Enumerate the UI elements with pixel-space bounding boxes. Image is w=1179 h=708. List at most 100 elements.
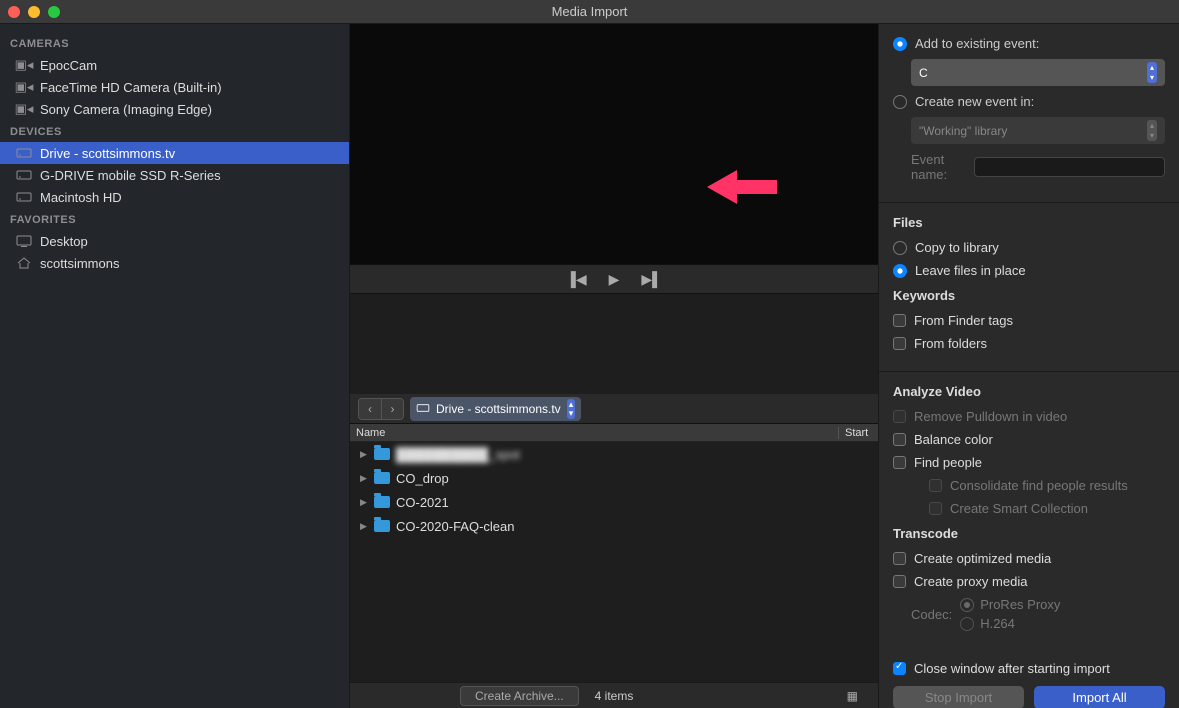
- select-arrows-icon: ▴▾: [1147, 62, 1157, 83]
- balance-color-checkbox[interactable]: [893, 433, 906, 446]
- prores-label: ProRes Proxy: [980, 597, 1060, 612]
- drive-icon: [16, 191, 32, 203]
- create-new-event-radio[interactable]: [893, 95, 907, 109]
- item-count: 4 items: [595, 689, 634, 703]
- file-name: CO-2020-FAQ-clean: [396, 519, 515, 534]
- create-archive-button[interactable]: Create Archive...: [460, 686, 579, 706]
- add-to-existing-radio[interactable]: [893, 37, 907, 51]
- section-header-cameras: CAMERAS: [0, 32, 349, 54]
- popup-arrows-icon: ▴▾: [567, 399, 576, 419]
- column-start[interactable]: Start: [838, 427, 878, 439]
- drive-icon: [16, 169, 32, 181]
- optimized-media-checkbox[interactable]: [893, 552, 906, 565]
- existing-event-select[interactable]: C ▴▾: [911, 59, 1165, 86]
- stop-import-button: Stop Import: [893, 686, 1024, 708]
- sidebar-item-home[interactable]: scottsimmons: [0, 252, 349, 274]
- sidebar-item-label: G-DRIVE mobile SSD R-Series: [40, 168, 221, 183]
- sidebar-item-epoccam[interactable]: ▣◂ EpocCam: [0, 54, 349, 76]
- codec-label: Codec:: [911, 607, 952, 622]
- h264-label: H.264: [980, 616, 1015, 631]
- sidebar-item-label: EpocCam: [40, 58, 97, 73]
- transport-controls: ▐◀ ▶ ▶▌: [350, 264, 878, 294]
- prores-radio: [960, 598, 974, 612]
- find-people-checkbox[interactable]: [893, 456, 906, 469]
- desktop-icon: [16, 235, 32, 247]
- import-all-button[interactable]: Import All: [1034, 686, 1165, 708]
- file-name: ██████████_spot: [396, 447, 520, 462]
- titlebar: Media Import: [0, 0, 1179, 24]
- source-sidebar: CAMERAS ▣◂ EpocCam ▣◂ FaceTime HD Camera…: [0, 24, 350, 708]
- sidebar-item-sony[interactable]: ▣◂ Sony Camera (Imaging Edge): [0, 98, 349, 120]
- optimized-media-label: Create optimized media: [914, 551, 1051, 566]
- sidebar-item-label: Desktop: [40, 234, 88, 249]
- section-header-favorites: FAVORITES: [0, 208, 349, 230]
- file-row[interactable]: ▶ CO-2020-FAQ-clean: [350, 514, 878, 538]
- from-folders-label: From folders: [914, 336, 987, 351]
- copy-to-library-label: Copy to library: [915, 240, 999, 255]
- disclosure-triangle-icon[interactable]: ▶: [360, 449, 368, 460]
- close-window-button[interactable]: [8, 6, 20, 18]
- select-arrows-icon: ▴▾: [1147, 120, 1157, 141]
- sidebar-item-macintosh-hd[interactable]: Macintosh HD: [0, 186, 349, 208]
- file-name: CO_drop: [396, 471, 449, 486]
- column-name[interactable]: Name: [350, 427, 838, 439]
- maximize-window-button[interactable]: [48, 6, 60, 18]
- folder-icon: [374, 496, 390, 508]
- remove-pulldown-label: Remove Pulldown in video: [914, 409, 1067, 424]
- drive-icon: [16, 147, 32, 159]
- create-smart-checkbox: [929, 502, 942, 515]
- file-list: ▶ ██████████_spot ▶ CO_drop ▶ CO-2021 ▶: [350, 442, 878, 682]
- import-options: Add to existing event: C ▴▾ Create new e…: [879, 24, 1179, 708]
- file-list-header[interactable]: Name Start: [350, 424, 878, 442]
- sidebar-item-gdrive[interactable]: G-DRIVE mobile SSD R-Series: [0, 164, 349, 186]
- disclosure-triangle-icon[interactable]: ▶: [360, 521, 368, 532]
- path-popup[interactable]: Drive - scottsimmons.tv ▴▾: [410, 397, 581, 421]
- camera-icon: ▣◂: [16, 103, 32, 115]
- play-button[interactable]: ▶: [609, 271, 620, 288]
- next-button[interactable]: ▶▌: [641, 271, 662, 288]
- folder-icon: [374, 472, 390, 484]
- filmstrip-icon[interactable]: ▦: [847, 689, 858, 703]
- minimize-window-button[interactable]: [28, 6, 40, 18]
- find-people-label: Find people: [914, 455, 982, 470]
- file-row[interactable]: ▶ CO_drop: [350, 466, 878, 490]
- sidebar-item-desktop[interactable]: Desktop: [0, 230, 349, 252]
- files-header: Files: [893, 215, 1165, 230]
- window-title: Media Import: [552, 4, 628, 19]
- keywords-header: Keywords: [893, 288, 1165, 303]
- file-row[interactable]: ▶ CO-2021: [350, 490, 878, 514]
- preview-area: [350, 24, 878, 264]
- camera-icon: ▣◂: [16, 59, 32, 71]
- analyze-video-header: Analyze Video: [893, 384, 1165, 399]
- drive-icon: [416, 402, 430, 416]
- select-value: "Working" library: [919, 124, 1007, 138]
- from-finder-label: From Finder tags: [914, 313, 1013, 328]
- h264-radio: [960, 617, 974, 631]
- folder-icon: [374, 448, 390, 460]
- disclosure-triangle-icon[interactable]: ▶: [360, 497, 368, 508]
- disclosure-triangle-icon[interactable]: ▶: [360, 473, 368, 484]
- nav-forward-button[interactable]: ›: [381, 399, 403, 419]
- create-smart-label: Create Smart Collection: [950, 501, 1088, 516]
- sidebar-item-drive-scottsimmons[interactable]: Drive - scottsimmons.tv: [0, 142, 349, 164]
- file-row[interactable]: ▶ ██████████_spot: [350, 442, 878, 466]
- proxy-media-label: Create proxy media: [914, 574, 1027, 589]
- leave-in-place-radio[interactable]: [893, 264, 907, 278]
- proxy-media-checkbox[interactable]: [893, 575, 906, 588]
- sidebar-item-label: Sony Camera (Imaging Edge): [40, 102, 212, 117]
- from-finder-checkbox[interactable]: [893, 314, 906, 327]
- select-value: C: [919, 66, 928, 80]
- folder-icon: [374, 520, 390, 532]
- camera-icon: ▣◂: [16, 81, 32, 93]
- file-name: CO-2021: [396, 495, 449, 510]
- from-folders-checkbox[interactable]: [893, 337, 906, 350]
- consolidate-checkbox: [929, 479, 942, 492]
- event-name-input: [974, 157, 1165, 177]
- sidebar-item-label: Drive - scottsimmons.tv: [40, 146, 175, 161]
- close-window-checkbox[interactable]: [893, 662, 906, 675]
- copy-to-library-radio[interactable]: [893, 241, 907, 255]
- nav-back-button[interactable]: ‹: [359, 399, 381, 419]
- close-window-label: Close window after starting import: [914, 661, 1110, 676]
- sidebar-item-facetime[interactable]: ▣◂ FaceTime HD Camera (Built-in): [0, 76, 349, 98]
- prev-button[interactable]: ▐◀: [566, 271, 587, 288]
